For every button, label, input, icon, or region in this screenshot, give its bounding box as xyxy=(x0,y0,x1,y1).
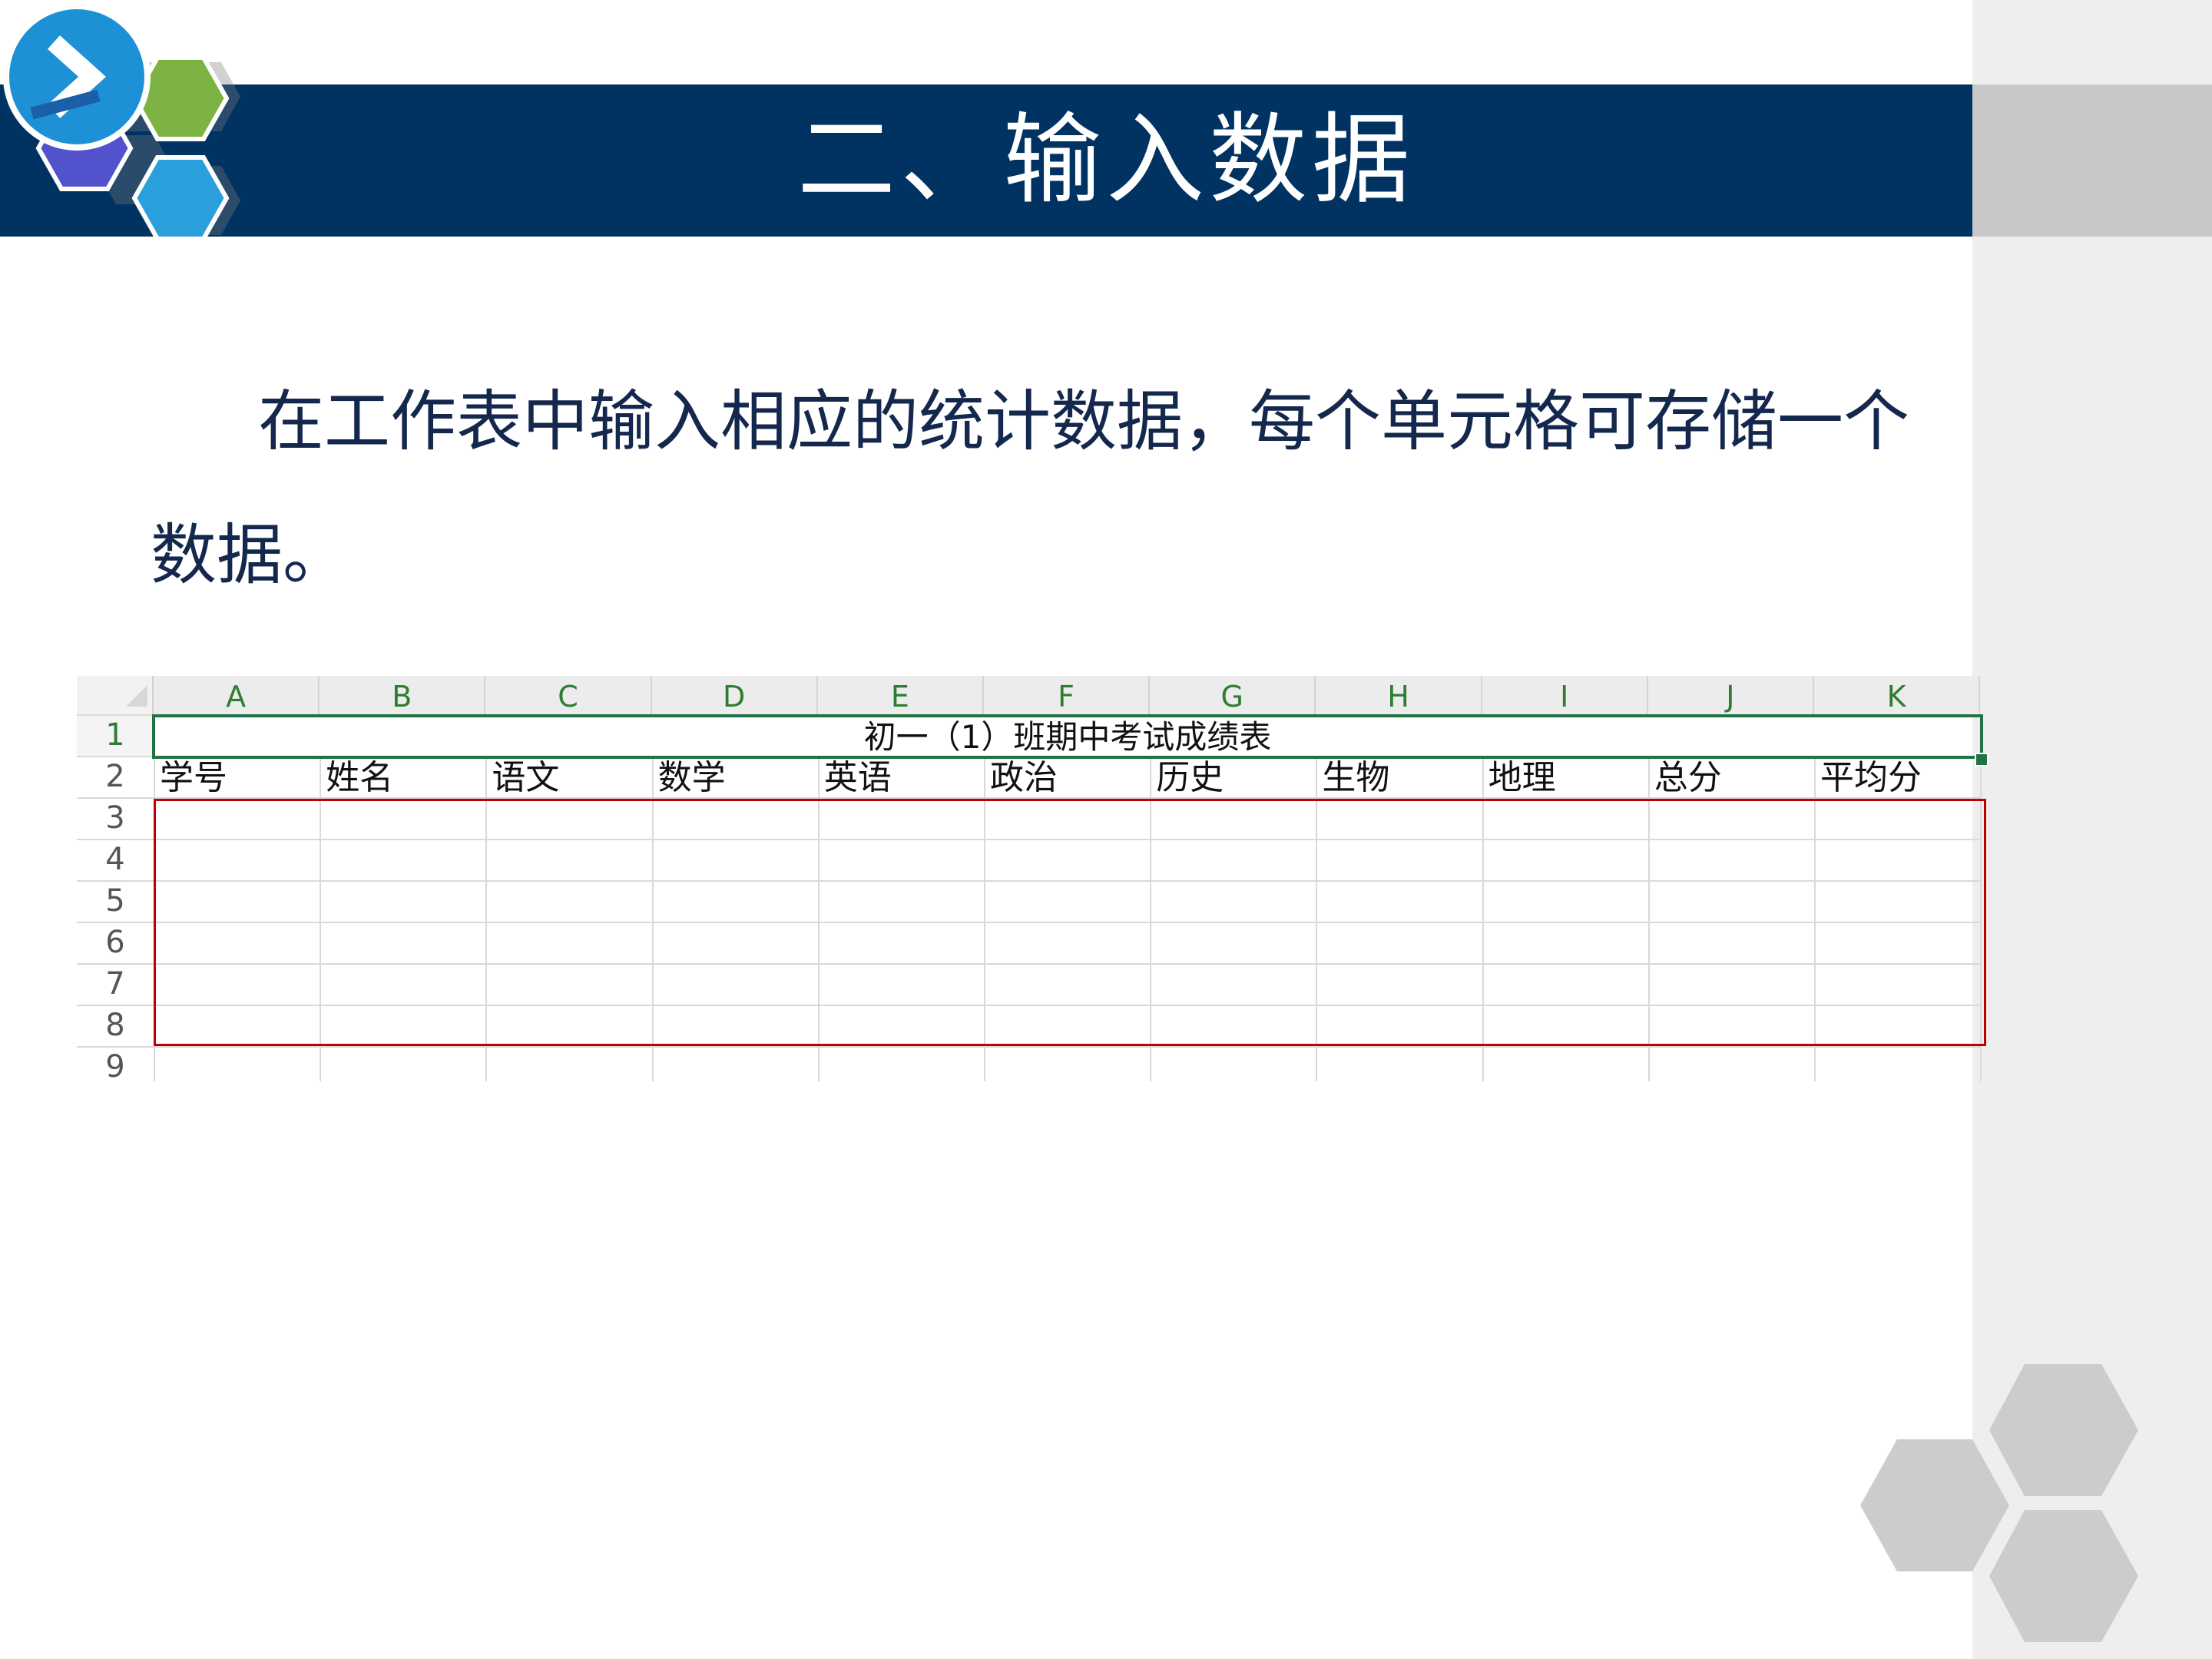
column-header-e[interactable]: E xyxy=(817,676,984,714)
body-paragraph: 在工作表中输入相应的统计数据，每个单元格可存储一个数据。 xyxy=(151,383,1909,594)
select-all-triangle-icon xyxy=(126,685,147,707)
header-cell-b[interactable]: 姓名 xyxy=(326,757,393,799)
header-cell-e[interactable]: 英语 xyxy=(824,757,892,799)
row-header-1[interactable]: 1 xyxy=(77,714,154,756)
header-cell-j[interactable]: 总分 xyxy=(1654,757,1722,799)
highlighted-data-range xyxy=(154,799,1986,1046)
column-header-k[interactable]: K xyxy=(1814,676,1981,714)
column-header-c[interactable]: C xyxy=(485,676,652,714)
column-header-h[interactable]: H xyxy=(1316,676,1482,714)
row-header-5[interactable]: 5 xyxy=(77,880,154,922)
row-header-2[interactable]: 2 xyxy=(77,756,154,797)
header-cell-d[interactable]: 数学 xyxy=(658,757,726,799)
column-header-d[interactable]: D xyxy=(651,676,818,714)
header-cell-i[interactable]: 地理 xyxy=(1488,757,1556,799)
column-header-b[interactable]: B xyxy=(320,676,486,714)
header-cell-f[interactable]: 政治 xyxy=(990,757,1058,799)
column-header-f[interactable]: F xyxy=(984,676,1151,714)
header-cell-k[interactable]: 平均分 xyxy=(1820,757,1922,799)
row-header-8[interactable]: 8 xyxy=(77,1005,154,1046)
header-cell-c[interactable]: 语文 xyxy=(492,757,559,799)
fill-handle[interactable] xyxy=(1975,753,1988,767)
row-header-4[interactable]: 4 xyxy=(77,839,154,880)
row-header-6[interactable]: 6 xyxy=(77,922,154,963)
hexagon-logo-icon xyxy=(3,3,240,241)
grid-row-line xyxy=(77,1046,1981,1048)
column-header-j[interactable]: J xyxy=(1647,676,1814,714)
header-cell-h[interactable]: 生物 xyxy=(1322,757,1389,799)
header-cell-a[interactable]: 学号 xyxy=(160,757,227,799)
slide-title: 二、输入数据 xyxy=(796,103,1415,217)
header-cell-g[interactable]: 历史 xyxy=(1156,757,1224,799)
row-header-7[interactable]: 7 xyxy=(77,963,154,1005)
column-header-a[interactable]: A xyxy=(154,676,320,714)
row-header-3[interactable]: 3 xyxy=(77,797,154,839)
selected-range-row-1 xyxy=(152,714,1983,759)
column-header-g[interactable]: G xyxy=(1150,676,1316,714)
column-header-i[interactable]: I xyxy=(1482,676,1648,714)
row-header-9[interactable]: 9 xyxy=(77,1046,154,1088)
slide: 二、输入数据 在工作表中输入相应的统计数据，每个单元格可存储一个数据。 ABCD… xyxy=(0,0,2212,1659)
decorative-hexagons-icon xyxy=(1860,1364,2138,1642)
